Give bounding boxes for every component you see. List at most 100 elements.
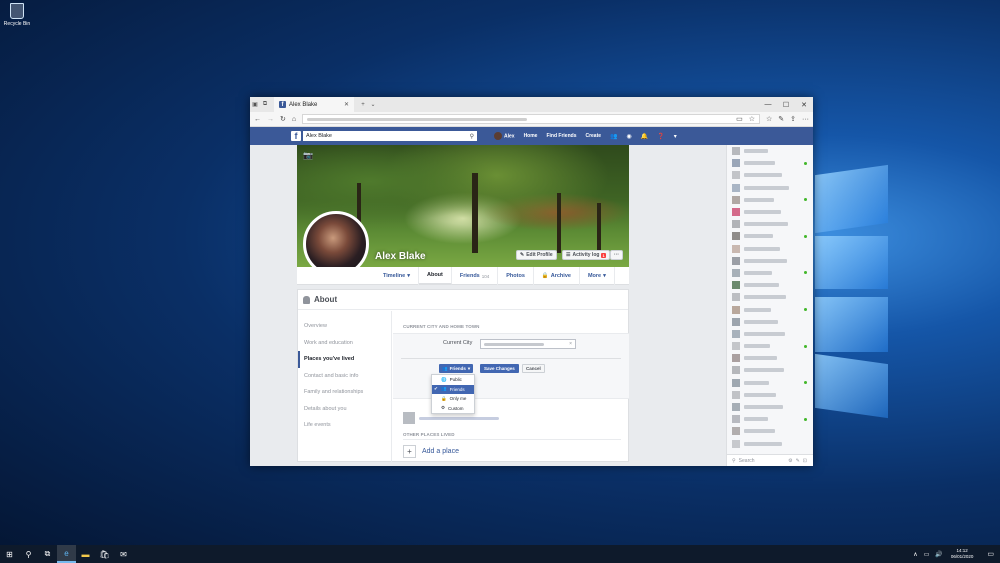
- minimize-button[interactable]: —: [759, 101, 777, 109]
- about-sidebar: Overview Work and education Places you'v…: [298, 311, 392, 463]
- address-bar[interactable]: ▭ ☆: [302, 114, 760, 124]
- audience-option-friends[interactable]: ✔ 👥 Friends: [432, 384, 474, 394]
- tab-about[interactable]: About: [418, 267, 452, 285]
- sidebar-item-family[interactable]: Family and relationships: [298, 384, 391, 401]
- tab-menu-icon[interactable]: ⌄: [368, 101, 378, 108]
- favorite-star-icon[interactable]: ☆: [749, 115, 755, 123]
- chat-contact[interactable]: [727, 377, 813, 389]
- maximize-button[interactable]: ☐: [777, 101, 795, 109]
- chat-contact[interactable]: [727, 425, 813, 437]
- refresh-button[interactable]: ↻: [280, 115, 286, 123]
- chat-contact[interactable]: [727, 291, 813, 303]
- nav-find-friends-link[interactable]: Find Friends: [546, 133, 576, 139]
- sidebar-item-details[interactable]: Details about you: [298, 401, 391, 418]
- close-window-button[interactable]: ✕: [795, 101, 813, 109]
- network-icon[interactable]: ▭: [924, 551, 930, 558]
- chevron-up-icon[interactable]: ∧: [913, 551, 917, 558]
- file-explorer-icon[interactable]: ▬: [76, 545, 95, 563]
- sidebar-item-overview[interactable]: Overview: [298, 318, 391, 335]
- mail-icon[interactable]: ✉: [114, 545, 133, 563]
- nav-home-link[interactable]: Home: [524, 133, 538, 139]
- tab-close-icon[interactable]: ✕: [344, 101, 349, 108]
- forward-button[interactable]: →: [267, 116, 274, 123]
- recycle-bin[interactable]: Recycle Bin: [2, 3, 32, 27]
- chat-contact[interactable]: [727, 352, 813, 364]
- save-changes-button[interactable]: Save Changes: [480, 364, 519, 373]
- sidebar-item-contact-info[interactable]: Contact and basic info: [298, 368, 391, 385]
- chat-search-input[interactable]: ⚲ Search ⚙✎⊡: [727, 454, 813, 466]
- tab-friends[interactable]: Friends 104: [452, 267, 499, 285]
- chat-contact[interactable]: [727, 145, 813, 157]
- chat-contact[interactable]: [727, 169, 813, 181]
- camera-icon[interactable]: 📷: [303, 151, 313, 160]
- sidebar-item-work-education[interactable]: Work and education: [298, 335, 391, 352]
- notifications-icon[interactable]: ▭: [987, 550, 994, 558]
- chat-contact[interactable]: [727, 389, 813, 401]
- chat-contact[interactable]: [727, 243, 813, 255]
- start-windows-icon[interactable]: ⊞: [0, 545, 19, 563]
- friend-requests-icon[interactable]: 👥: [610, 133, 617, 140]
- chat-contact[interactable]: [727, 157, 813, 169]
- chat-contact[interactable]: [727, 255, 813, 267]
- tab-more[interactable]: More ▾: [580, 267, 615, 285]
- chat-contact[interactable]: [727, 303, 813, 315]
- chat-contact[interactable]: [727, 206, 813, 218]
- share-icon[interactable]: ⇪: [790, 115, 796, 123]
- chat-contact[interactable]: [727, 267, 813, 279]
- messenger-icon[interactable]: ◉: [627, 133, 632, 140]
- tab-preview-icon[interactable]: ▣: [250, 101, 260, 108]
- new-tab-button[interactable]: +: [358, 102, 368, 108]
- nav-create-link[interactable]: Create: [585, 133, 601, 139]
- browser-tab[interactable]: f Alex Blake ✕: [274, 97, 354, 112]
- store-icon[interactable]: 🛍: [95, 545, 114, 563]
- audience-option-custom[interactable]: ⚙ Custom: [432, 404, 474, 414]
- chat-contact[interactable]: [727, 182, 813, 194]
- task-view-icon[interactable]: ⧉: [38, 545, 57, 563]
- audience-option-only-me[interactable]: 🔒 Only me: [432, 394, 474, 404]
- chat-contact[interactable]: [727, 218, 813, 230]
- chat-contact[interactable]: [727, 401, 813, 413]
- tab-archive[interactable]: 🔒 Archive: [534, 267, 580, 285]
- chat-options-icons[interactable]: ⚙✎⊡: [788, 458, 810, 464]
- cancel-button[interactable]: Cancel: [522, 364, 545, 373]
- more-icon[interactable]: ···: [802, 116, 809, 123]
- edit-profile-button[interactable]: ✎ Edit Profile: [516, 250, 557, 260]
- nav-profile-link[interactable]: Alex: [494, 132, 515, 140]
- chat-contact[interactable]: [727, 230, 813, 242]
- audience-selector-button[interactable]: 👥 Friends ▾: [439, 364, 474, 373]
- back-button[interactable]: ←: [254, 116, 261, 123]
- tab-aside-icon[interactable]: ⧉: [260, 101, 270, 108]
- search-icon[interactable]: ⚲: [470, 133, 474, 140]
- sidebar-item-places-lived[interactable]: Places you've lived: [298, 351, 391, 368]
- notes-icon[interactable]: ✎: [778, 115, 784, 123]
- tab-photos[interactable]: Photos: [498, 267, 534, 285]
- activity-log-button[interactable]: ☰ Activity log 1: [562, 250, 610, 260]
- notifications-bell-icon[interactable]: 🔔: [641, 133, 648, 140]
- chat-contact[interactable]: [727, 340, 813, 352]
- home-button[interactable]: ⌂: [292, 116, 296, 123]
- account-menu-icon[interactable]: ▾: [674, 133, 677, 140]
- clear-icon[interactable]: ×: [569, 341, 572, 347]
- tab-timeline[interactable]: Timeline ▾: [375, 267, 419, 285]
- help-icon[interactable]: ❓: [657, 133, 664, 140]
- facebook-logo-icon[interactable]: f: [291, 131, 301, 141]
- chat-contact[interactable]: [727, 316, 813, 328]
- search-icon[interactable]: ⚲: [19, 545, 38, 563]
- clock[interactable]: 14:12 06/01/2020: [951, 548, 988, 560]
- search-input[interactable]: Alex Blake ⚲: [303, 131, 477, 141]
- current-city-input[interactable]: ×: [480, 339, 576, 349]
- favorites-list-icon[interactable]: ☆: [766, 115, 772, 123]
- chat-contact[interactable]: [727, 328, 813, 340]
- reading-view-icon[interactable]: ▭: [736, 115, 743, 123]
- chat-contact[interactable]: [727, 194, 813, 206]
- chat-contact[interactable]: [727, 413, 813, 425]
- sidebar-item-life-events[interactable]: Life events: [298, 417, 391, 434]
- audience-option-public[interactable]: 🌐 Public: [432, 375, 474, 385]
- add-place-link[interactable]: + Add a place: [403, 445, 459, 458]
- volume-icon[interactable]: 🔊: [935, 551, 942, 558]
- more-options-button[interactable]: ···: [610, 250, 623, 260]
- chat-contact[interactable]: [727, 279, 813, 291]
- chat-contact[interactable]: [727, 438, 813, 450]
- edge-browser-icon[interactable]: e: [57, 545, 76, 563]
- chat-contact[interactable]: [727, 364, 813, 376]
